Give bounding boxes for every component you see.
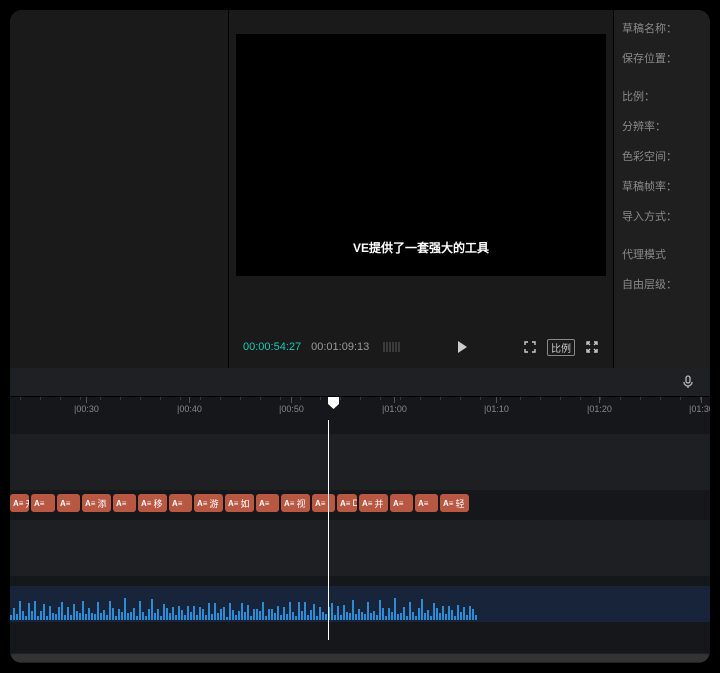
preview-right-controls: 比例 <box>523 339 599 356</box>
text-clip-icon: A≡ <box>418 499 428 508</box>
track-video[interactable] <box>10 434 710 490</box>
timeline-scrollbar[interactable] <box>10 653 710 663</box>
ruler-mark: |00:30 <box>74 397 99 420</box>
text-clip[interactable]: A≡ <box>169 494 192 512</box>
text-clip-label: 升 <box>25 497 29 510</box>
text-clip[interactable]: A≡D <box>337 494 357 512</box>
text-clip[interactable]: A≡ <box>57 494 80 512</box>
text-clip[interactable]: A≡添 <box>82 494 111 512</box>
text-clip-icon: A≡ <box>362 499 372 508</box>
timeline-panel: |00:30 |00:40 |00:50 |01:00 |01:10 |01:20 |01:… <box>10 368 710 663</box>
text-clip[interactable]: A≡轻 <box>440 494 469 512</box>
prop-draft-fps: 草稿帧率： <box>622 178 702 194</box>
text-clip-label: 视 <box>296 497 305 510</box>
text-clip-icon: A≡ <box>340 499 350 508</box>
ruler-mark: |01:00 <box>382 397 407 420</box>
prop-color-space: 色彩空间： <box>622 148 702 164</box>
prop-resolution: 分辨率： <box>622 118 702 134</box>
text-clip-icon: A≡ <box>116 499 126 508</box>
properties-panel: 草稿名称： 保存位置： 比例： 分辨率： 色彩空间： 草稿帧率： 导入方式： 代… <box>614 10 710 368</box>
text-clip-icon: A≡ <box>315 499 325 508</box>
text-clip[interactable]: A≡ <box>415 494 438 512</box>
text-clip-label: 添 <box>97 497 106 510</box>
fullscreen-icon[interactable] <box>585 340 599 354</box>
track-audio[interactable] <box>10 586 710 622</box>
text-clip-icon: A≡ <box>85 499 95 508</box>
timecode-duration: 00:01:09:13 <box>311 341 369 353</box>
text-clip[interactable]: A≡ <box>312 494 335 512</box>
focus-frame-icon[interactable] <box>523 340 537 354</box>
text-clip-icon: A≡ <box>141 499 151 508</box>
text-clip-icon: A≡ <box>228 499 238 508</box>
text-clip[interactable]: A≡视 <box>281 494 310 512</box>
text-clip[interactable]: A≡ <box>256 494 279 512</box>
preview-panel: VE提供了一套强大的工具 00:00:54:27 00:01:09:13 比例 <box>229 10 614 368</box>
text-clip-icon: A≡ <box>284 499 294 508</box>
text-clip[interactable]: A≡ <box>113 494 136 512</box>
text-clip[interactable]: A≡移 <box>138 494 167 512</box>
text-clip[interactable]: A≡如 <box>225 494 254 512</box>
ruler-mark: |00:50 <box>279 397 304 420</box>
text-clip[interactable]: A≡游 <box>194 494 223 512</box>
prop-proxy-mode: 代理模式 <box>622 246 702 262</box>
top-area: VE提供了一套强大的工具 00:00:54:27 00:01:09:13 比例 <box>10 10 710 368</box>
timecode-current: 00:00:54:27 <box>243 341 301 353</box>
text-clip[interactable]: A≡ <box>31 494 55 512</box>
prop-import-mode: 导入方式： <box>622 208 702 224</box>
text-clip-icon: A≡ <box>60 499 70 508</box>
text-clip[interactable]: A≡升 <box>10 494 29 512</box>
text-clip-icon: A≡ <box>393 499 403 508</box>
text-clip-label: 轻 <box>455 497 464 510</box>
preview-viewport[interactable]: VE提供了一套强大的工具 <box>236 34 606 276</box>
h-scroll-thumb[interactable] <box>10 654 710 662</box>
text-clip[interactable]: A≡ <box>390 494 413 512</box>
timeline-toolbar <box>10 368 710 396</box>
prop-ratio: 比例： <box>622 88 702 104</box>
text-clip-label: D <box>352 498 357 508</box>
track-empty[interactable] <box>10 520 710 576</box>
text-clip-icon: A≡ <box>259 499 269 508</box>
prop-free-layer: 自由层级： <box>622 276 702 292</box>
text-clip-label: 如 <box>240 497 249 510</box>
timeline-ruler[interactable]: |00:30 |00:40 |00:50 |01:00 |01:10 |01:20 |01:… <box>10 396 710 420</box>
audio-waveform <box>10 586 480 622</box>
prop-save-location: 保存位置： <box>622 50 702 66</box>
ruler-mark: |00:40 <box>177 397 202 420</box>
playhead-line[interactable] <box>328 420 329 640</box>
text-clip-label: 并 <box>374 497 383 510</box>
text-clip-icon: A≡ <box>443 499 453 508</box>
text-clip-icon: A≡ <box>197 499 207 508</box>
text-clip-icon: A≡ <box>172 499 182 508</box>
ruler-mark: |01:20 <box>587 397 612 420</box>
media-panel <box>10 10 229 368</box>
text-clip-icon: A≡ <box>13 499 23 508</box>
prop-draft-name: 草稿名称： <box>622 20 702 36</box>
app-frame: VE提供了一套强大的工具 00:00:54:27 00:01:09:13 比例 <box>10 10 710 663</box>
track-text[interactable]: A≡升A≡A≡A≡添A≡A≡移A≡A≡游A≡如A≡A≡视A≡A≡DA≡并A≡A≡… <box>10 494 710 516</box>
tracks-area[interactable]: A≡升A≡A≡A≡添A≡A≡移A≡A≡游A≡如A≡A≡视A≡A≡DA≡并A≡A≡… <box>10 420 710 653</box>
ruler-mark: |01:10 <box>484 397 509 420</box>
text-clip-label: 移 <box>153 497 162 510</box>
playhead-handle[interactable] <box>328 397 339 409</box>
ratio-button[interactable]: 比例 <box>547 339 575 356</box>
microphone-icon[interactable] <box>680 374 696 390</box>
play-button[interactable] <box>455 340 469 354</box>
text-clip[interactable]: A≡并 <box>359 494 388 512</box>
text-clip-icon: A≡ <box>34 499 44 508</box>
transport-bar: 00:00:54:27 00:01:09:13 比例 <box>229 326 613 368</box>
audio-meter-icon <box>383 342 400 352</box>
text-clip-label: 游 <box>209 497 218 510</box>
preview-subtitle: VE提供了一套强大的工具 <box>353 239 489 256</box>
ruler-mark: |01:30 <box>689 397 710 420</box>
